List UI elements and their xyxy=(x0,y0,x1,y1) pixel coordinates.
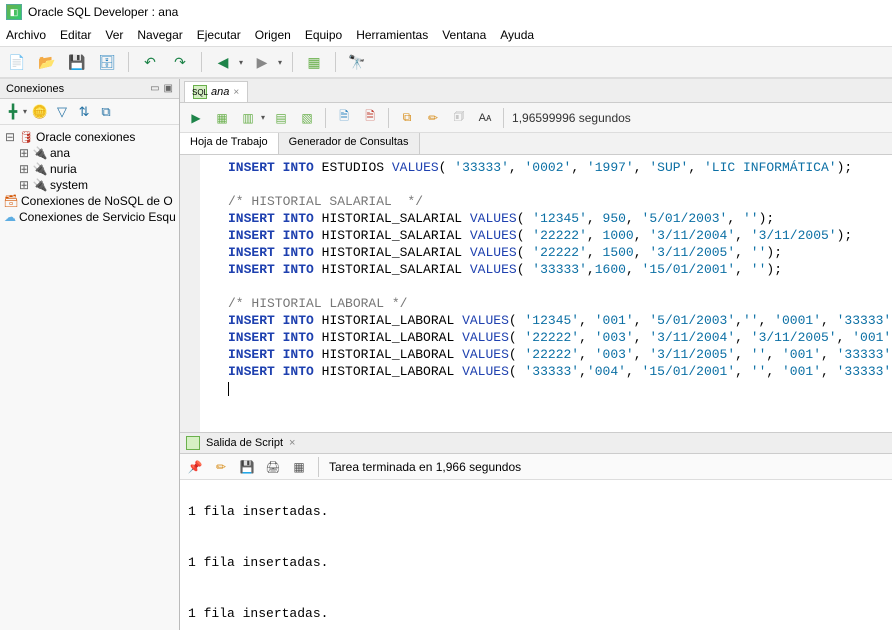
clear-output-icon[interactable]: ✏ xyxy=(212,458,230,476)
connection-icon: 🔌 xyxy=(33,178,47,192)
binoculars-icon[interactable]: 🔭 xyxy=(346,51,368,73)
save-output-icon[interactable]: 💾 xyxy=(238,458,256,476)
tree-item-label: system xyxy=(50,178,88,192)
close-icon[interactable]: × xyxy=(289,437,295,449)
save-all-button[interactable]: 🗄 xyxy=(96,51,118,73)
twisty-expand-icon[interactable]: ⊞ xyxy=(18,162,30,176)
script-output-icon xyxy=(186,436,200,450)
print-icon[interactable]: 🖨 xyxy=(264,458,282,476)
output-tab-header: Salida de Script × xyxy=(180,432,892,454)
main-toolbar: 📄 📂 💾 🗄 ↶ ↷ ◀ ▾ ▶ ▾ ▦ 🔭 xyxy=(0,46,892,78)
tree-nosql[interactable]: 🗃 Conexiones de NoSQL de O xyxy=(2,193,177,209)
open-file-button[interactable]: 📂 xyxy=(36,51,58,73)
commit-button[interactable]: 🗎 xyxy=(334,108,354,128)
tree-cloud[interactable]: ☁ Conexiones de Servicio Esqu xyxy=(2,209,177,225)
restore-icon[interactable]: ▣ xyxy=(164,83,173,94)
uppercase-button[interactable]: Aᴀ xyxy=(475,108,495,128)
menu-ventana[interactable]: Ventana xyxy=(442,28,486,42)
output-status: Tarea terminada en 1,966 segundos xyxy=(329,460,521,474)
sql-editor[interactable]: INSERT INTO ESTUDIOS VALUES( '33333', '0… xyxy=(180,155,892,432)
menu-origen[interactable]: Origen xyxy=(255,28,291,42)
clear-button[interactable]: ✏ xyxy=(423,108,443,128)
connection-icon: 🔌 xyxy=(33,146,47,160)
twisty-collapse-icon[interactable]: ⊟ xyxy=(4,130,16,144)
sql-worksheet-icon: SQL xyxy=(193,85,207,99)
output-toolbar: 📌 ✏ 💾 🖨 ▦ Tarea terminada en 1,966 segun… xyxy=(180,454,892,480)
menubar: Archivo Editar Ver Navegar Ejecutar Orig… xyxy=(0,24,892,46)
connection-icon: 🔌 xyxy=(33,162,47,176)
twisty-expand-icon[interactable]: ⊞ xyxy=(18,178,30,192)
chevron-down-icon[interactable]: ▾ xyxy=(239,58,243,67)
app-icon: ◧ xyxy=(6,4,22,20)
menu-ejecutar[interactable]: Ejecutar xyxy=(197,28,241,42)
connections-tree: ⊟ 🛢 Oracle conexiones ⊞ 🔌 ana ⊞ 🔌 nuria … xyxy=(0,125,179,630)
tree-item-label: Conexiones de Servicio Esqu xyxy=(19,210,176,224)
document-tabs: SQL ana × xyxy=(180,79,892,103)
nav-forward-button[interactable]: ▶ xyxy=(251,51,273,73)
redo-button[interactable]: ↷ xyxy=(169,51,191,73)
tab-ana[interactable]: SQL ana × xyxy=(184,81,248,102)
undo-button[interactable]: ↶ xyxy=(139,51,161,73)
close-icon[interactable]: × xyxy=(233,87,239,98)
tree-item-label: ana xyxy=(50,146,70,160)
collapse-icon[interactable]: ⧉ xyxy=(97,103,115,121)
tree-root-label: Oracle conexiones xyxy=(36,130,135,144)
editor-toolbar: ▶ ▦ ▥▾ ▤ ▧ 🗎 🗎 ⧉ ✏ 🗊 Aᴀ 1,96599996 segun… xyxy=(180,103,892,133)
tree-connection-system[interactable]: ⊞ 🔌 system xyxy=(2,177,177,193)
nav-back-button[interactable]: ◀ xyxy=(212,51,234,73)
run-statement-button[interactable]: ▶ xyxy=(186,108,206,128)
new-file-button[interactable]: 📄 xyxy=(6,51,28,73)
sort-icon[interactable]: ⇅ xyxy=(75,103,93,121)
chevron-down-icon[interactable]: ▾ xyxy=(278,58,282,67)
chevron-down-icon[interactable]: ▾ xyxy=(23,107,27,116)
tree-item-label: Conexiones de NoSQL de O xyxy=(21,194,173,208)
tab-label: ana xyxy=(211,86,229,98)
sql-button[interactable]: ▦ xyxy=(303,51,325,73)
nosql-icon: 🗃 xyxy=(4,194,18,208)
worksheet-subtabs: Hoja de Trabajo Generador de Consultas xyxy=(180,133,892,155)
execution-time: 1,96599996 segundos xyxy=(512,111,631,125)
output-area[interactable]: 1 fila insertadas. 1 fila insertadas. 1 … xyxy=(180,480,892,630)
titlebar: ◧ Oracle SQL Developer : ana xyxy=(0,0,892,24)
menu-ayuda[interactable]: Ayuda xyxy=(500,28,534,42)
panel-title: Conexiones xyxy=(6,83,64,95)
autotrace-button[interactable]: ▤ xyxy=(271,108,291,128)
explain-plan-button[interactable]: ▥ xyxy=(238,108,258,128)
twisty-expand-icon[interactable]: ⊞ xyxy=(18,146,30,160)
panel-header: Conexiones ▭ ▣ xyxy=(0,79,179,99)
tree-connection-nuria[interactable]: ⊞ 🔌 nuria xyxy=(2,161,177,177)
tree-item-label: nuria xyxy=(50,162,77,176)
subtab-worksheet[interactable]: Hoja de Trabajo xyxy=(180,133,279,154)
run-script-button[interactable]: ▦ xyxy=(212,108,232,128)
menu-archivo[interactable]: Archivo xyxy=(6,28,46,42)
sql-tuning-button[interactable]: ▧ xyxy=(297,108,317,128)
sql-history-button[interactable]: 🗊 xyxy=(449,108,469,128)
menu-ver[interactable]: Ver xyxy=(105,28,123,42)
pin-icon[interactable]: 📌 xyxy=(186,458,204,476)
connections-toolbar: ╋▾ 🪙 ▽ ⇅ ⧉ xyxy=(0,99,179,125)
subtab-querybuilder[interactable]: Generador de Consultas xyxy=(279,133,420,154)
rollback-button[interactable]: 🗎 xyxy=(360,108,380,128)
chevron-down-icon[interactable]: ▾ xyxy=(261,113,265,122)
main-area: SQL ana × ▶ ▦ ▥▾ ▤ ▧ 🗎 🗎 ⧉ ✏ 🗊 Aᴀ 1,9659… xyxy=(180,79,892,630)
wrap-icon[interactable]: ▦ xyxy=(290,458,308,476)
filter-icon[interactable]: ▽ xyxy=(53,103,71,121)
minimize-icon[interactable]: ▭ xyxy=(150,83,159,94)
menu-navegar[interactable]: Navegar xyxy=(137,28,182,42)
menu-editar[interactable]: Editar xyxy=(60,28,91,42)
cloud-icon: ☁ xyxy=(4,210,16,224)
add-connection-button[interactable]: ╋ xyxy=(4,103,22,121)
unshared-sql-button[interactable]: ⧉ xyxy=(397,108,417,128)
menu-equipo[interactable]: Equipo xyxy=(305,28,342,42)
database-icon: 🛢 xyxy=(19,130,33,144)
connections-panel: Conexiones ▭ ▣ ╋▾ 🪙 ▽ ⇅ ⧉ ⊟ 🛢 Oracle con… xyxy=(0,79,180,630)
menu-herramientas[interactable]: Herramientas xyxy=(356,28,428,42)
tree-connection-ana[interactable]: ⊞ 🔌 ana xyxy=(2,145,177,161)
save-button[interactable]: 💾 xyxy=(66,51,88,73)
output-title: Salida de Script xyxy=(206,437,283,449)
tree-root[interactable]: ⊟ 🛢 Oracle conexiones xyxy=(2,129,177,145)
window-title: Oracle SQL Developer : ana xyxy=(28,5,178,19)
refresh-icon[interactable]: 🪙 xyxy=(31,103,49,121)
